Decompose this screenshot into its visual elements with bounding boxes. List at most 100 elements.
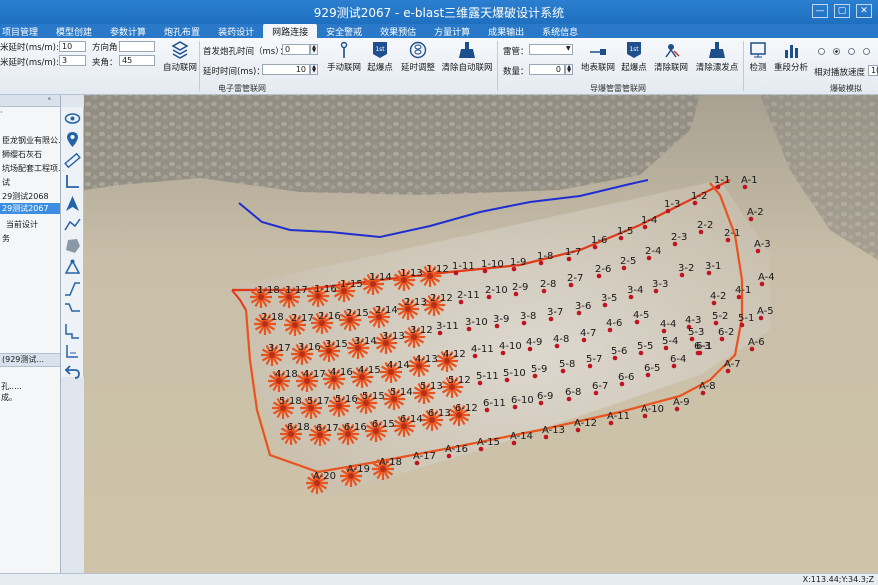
menu-model[interactable]: 模型创建 [47, 24, 101, 38]
menu-charge[interactable]: 装药设计 [209, 24, 263, 38]
direction-input[interactable] [119, 41, 155, 52]
log-panel-title: (929测试... [2, 355, 45, 364]
maximize-button[interactable]: ▢ [834, 4, 850, 18]
hole-label: 3-16 [298, 342, 321, 353]
manual-connect-label: 手动联网 [326, 63, 361, 73]
hole-label: 4-1 [735, 285, 751, 296]
electronic-group-label: 电子雷管联网 [218, 84, 266, 93]
delay-time-spinner[interactable]: ▲ ▼ [310, 64, 318, 75]
playback-radio-4[interactable] [863, 48, 870, 55]
north-arrow-icon[interactable] [64, 195, 81, 212]
hole-label: 4-16 [330, 367, 353, 378]
menu-params[interactable]: 参数计算 [101, 24, 155, 38]
section-tool-icon[interactable] [64, 343, 81, 360]
bench-tool-icon[interactable] [64, 301, 81, 318]
first-delay-spinner[interactable]: ▲ ▼ [310, 44, 318, 55]
minimize-button[interactable]: — [812, 4, 828, 18]
polygon-icon[interactable] [64, 237, 81, 254]
playback-radio-2[interactable] [833, 48, 840, 55]
start-point-label: 起爆点 [367, 63, 393, 73]
detect-button[interactable]: 检测 [746, 41, 770, 73]
hole-label: 1-13 [400, 268, 423, 279]
hole-label: 2-9 [512, 282, 528, 293]
angle-icon[interactable] [64, 173, 81, 190]
tree-item[interactable]: 臣龙钢业有限公... [2, 135, 60, 146]
eye-icon[interactable] [64, 110, 81, 127]
quantity-input[interactable]: 0 [529, 64, 565, 75]
first-delay-input[interactable]: 0 [282, 44, 310, 55]
row-delay-input[interactable]: 10 [59, 41, 86, 52]
undo-icon[interactable] [64, 363, 81, 380]
tree-item[interactable]: 当前设计 [6, 219, 38, 230]
menu-effect[interactable]: 效果预估 [371, 24, 425, 38]
close-button[interactable]: ✕ [856, 4, 872, 18]
blast-design-canvas[interactable]: A-11-11-21-31-41-51-61-71-81-91-101-111-… [84, 95, 878, 573]
first-badge-icon: 1st [627, 42, 641, 58]
menu-volume[interactable]: 方量计算 [425, 24, 479, 38]
hole-label: 4-10 [499, 341, 522, 352]
surface-connect-button[interactable]: 地表联网 [580, 41, 616, 73]
playback-radio-1[interactable] [818, 48, 825, 55]
speed-input[interactable]: 10 [868, 65, 878, 76]
angle-input[interactable]: 45 [119, 55, 155, 66]
tree-item[interactable]: · [0, 108, 3, 117]
profile-tool-icon[interactable] [64, 322, 81, 339]
hole-label: 4-3 [685, 315, 701, 326]
start-point-button[interactable]: 1st 起爆点 [365, 41, 395, 73]
hole-label: 2-11 [457, 290, 480, 301]
start-point2-button[interactable]: 1st 起爆点 [618, 41, 650, 73]
hole-label: 5-18 [279, 396, 302, 407]
hole-label: 4-12 [443, 349, 466, 360]
tree-item[interactable]: 试 [2, 177, 10, 188]
hole-label: 1-14 [369, 272, 392, 283]
hole-label: 2-3 [671, 232, 687, 243]
hole-label: 6-13 [428, 408, 451, 419]
menu-safety[interactable]: 安全警戒 [317, 24, 371, 38]
pin-icon[interactable]: ᵃ [48, 96, 51, 104]
tree-item[interactable]: 狮缨石灰石 [2, 149, 42, 160]
tree-item-selected[interactable]: 29测试2067 [0, 203, 60, 214]
hole-label: 3-1 [705, 261, 721, 272]
col-delay-input[interactable]: 3 [59, 55, 86, 66]
polyline-icon[interactable] [64, 216, 81, 233]
map-viewport[interactable]: A-1 1-1 1-2 1-3 1-4 1-5 1-6 1-7 1-8 1-9 1-10 1-11 1-… [84, 95, 878, 573]
clear-float-button[interactable]: 清除漂发点 [693, 41, 741, 73]
hole-label: 2-1 [724, 228, 740, 239]
manual-connect-button[interactable]: 手动联网 [325, 41, 363, 73]
tree-item[interactable]: 务 [2, 233, 10, 244]
auto-connect-button[interactable]: 自动联网 [161, 41, 199, 73]
clear-connect-button[interactable]: 清除联网 [652, 41, 690, 73]
hole-label: A-13 [542, 425, 565, 436]
tree-item[interactable]: 坑场配套工程项... [2, 163, 60, 174]
location-pin-icon[interactable] [64, 131, 81, 148]
menu-output[interactable]: 成果输出 [479, 24, 533, 38]
auto-connect-label: 自动联网 [162, 63, 197, 73]
delay-adjust-button[interactable]: 延时调整 [398, 41, 438, 73]
hole-label: 5-16 [335, 394, 358, 405]
surface-connect-label: 地表联网 [580, 63, 615, 73]
broom-icon [459, 42, 475, 58]
quantity-spinner[interactable]: ▲ ▼ [565, 64, 573, 75]
slope-tool-icon[interactable] [64, 280, 81, 297]
clear-auto-connect-button[interactable]: 清除自动联网 [440, 41, 494, 73]
overlap-analysis-button[interactable]: 重段分析 [772, 41, 810, 73]
vertex-icon[interactable] [64, 259, 81, 276]
hole-label: 5-6 [611, 346, 627, 357]
tree-item[interactable]: 29测试2068 [2, 191, 49, 202]
playback-radio-3[interactable] [848, 48, 855, 55]
delay-time-input[interactable]: 10 [262, 64, 310, 75]
hole-label: 5-13 [420, 381, 443, 392]
hole-label: 3-12 [410, 325, 433, 336]
delay-adjust-label: 延时调整 [400, 63, 435, 73]
menu-project[interactable]: 项目管理 [0, 24, 47, 38]
clear-auto-connect-label: 清除自动联网 [441, 63, 493, 73]
hole-label: A-12 [574, 418, 597, 429]
menu-holes[interactable]: 炮孔布置 [155, 24, 209, 38]
hole-label: 3-17 [268, 343, 291, 354]
hole-label: A-3 [754, 239, 771, 250]
hole-label: 1-18 [257, 285, 280, 296]
hole-label: A-14 [510, 431, 533, 442]
ruler-icon[interactable] [64, 152, 81, 169]
menu-network[interactable]: 网路连接 [263, 24, 318, 38]
menu-system[interactable]: 系统信息 [533, 24, 587, 38]
